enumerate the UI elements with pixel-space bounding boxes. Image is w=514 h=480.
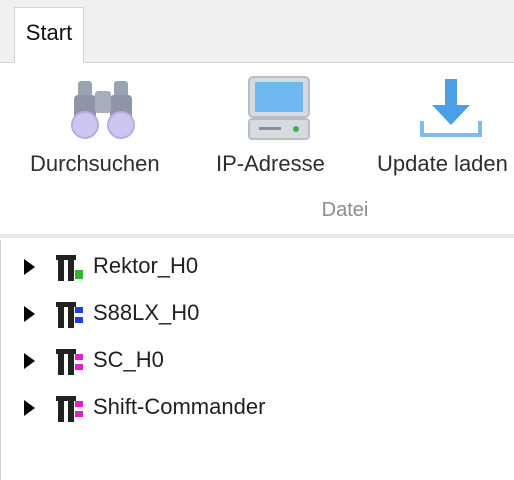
tree-item-s88lx[interactable]: S88LX_H0 [1, 295, 401, 335]
expand-arrow-icon[interactable] [24, 400, 35, 416]
tree-item-sc[interactable]: SC_H0 [1, 342, 401, 382]
tab-start[interactable]: Start [14, 7, 84, 64]
load-update-label: Update laden [377, 151, 508, 176]
device-icon [55, 395, 85, 428]
device-tree: Rektor_H0 S88LX_H0 SC_H0 Shift-Commander [0, 240, 514, 480]
device-icon [55, 301, 85, 334]
ip-address-button[interactable]: IP-Adresse [214, 63, 344, 183]
tab-strip: Start [0, 0, 514, 64]
download-icon [418, 77, 484, 144]
search-devices-button[interactable]: Durchsuchen [28, 63, 188, 183]
tree-item-rektor[interactable]: Rektor_H0 [1, 248, 401, 288]
monitor-icon [247, 75, 311, 146]
expand-arrow-icon[interactable] [24, 306, 35, 322]
tree-item-label: Rektor_H0 [93, 253, 199, 278]
expand-arrow-icon[interactable] [24, 353, 35, 369]
divider [0, 234, 514, 238]
device-icon [55, 348, 85, 381]
expand-arrow-icon[interactable] [24, 259, 35, 275]
ip-address-label: IP-Adresse [216, 151, 325, 176]
tree-item-shift-commander[interactable]: Shift-Commander [1, 389, 401, 429]
binoculars-icon [68, 77, 138, 144]
tree-item-label: SC_H0 [93, 347, 164, 372]
ribbon: Durchsuchen IP-Adresse Update laden Date… [0, 63, 514, 235]
tree-item-label: S88LX_H0 [93, 300, 200, 325]
device-icon [55, 254, 85, 287]
search-devices-label: Durchsuchen [30, 151, 160, 176]
load-update-button[interactable]: Update laden [376, 63, 514, 183]
ribbon-group-label: Datei [321, 199, 369, 221]
tree-item-label: Shift-Commander [93, 394, 266, 419]
